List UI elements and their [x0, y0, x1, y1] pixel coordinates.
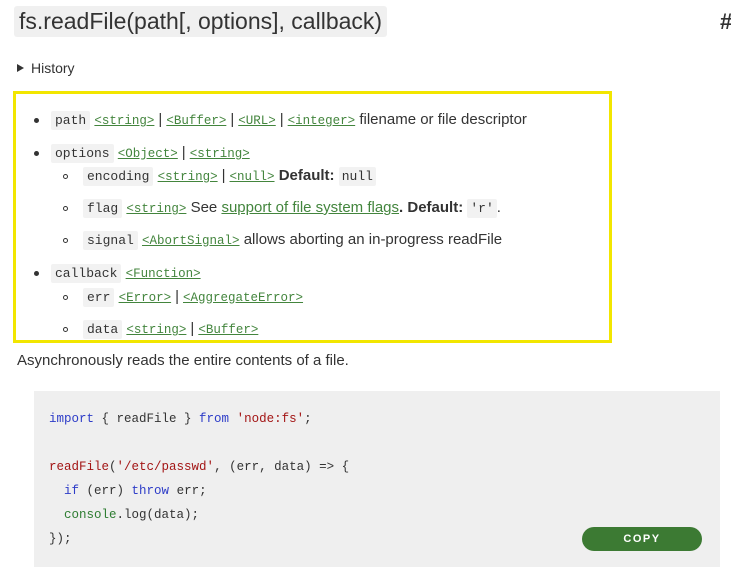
code-text: .log(data); [116, 508, 200, 522]
type-link-error[interactable]: <Error> [119, 291, 172, 305]
param-err: err <Error> | <AggregateError> [83, 288, 303, 307]
code-text: }); [49, 532, 72, 546]
default-value: 'r' [467, 199, 497, 218]
circle-bullet-icon [63, 174, 68, 179]
bullet-icon [34, 151, 39, 156]
default-label: Default: [278, 167, 335, 184]
string-literal: '/etc/passwd' [116, 460, 215, 474]
keyword: throw [131, 484, 170, 498]
function-name: readFile [49, 460, 110, 474]
code-line: readFile('/etc/passwd', (err, data) => { [49, 460, 349, 474]
type-link-object[interactable]: <Object> [118, 147, 178, 161]
code-text: (err) [79, 484, 132, 498]
copy-button[interactable]: COPY [582, 527, 702, 551]
code-line: }); [49, 532, 72, 546]
param-name: options [51, 144, 114, 163]
triangle-right-icon [17, 64, 24, 72]
type-link-function[interactable]: <Function> [126, 267, 201, 281]
type-link-string[interactable]: <string> [126, 202, 186, 216]
type-link-string[interactable]: <string> [94, 114, 154, 128]
param-signal: signal <AbortSignal> allows aborting an … [83, 231, 503, 250]
api-title: fs.readFile(path[, options], callback) [14, 6, 388, 37]
code-line: if (err) throw err; [49, 484, 207, 498]
type-link-null[interactable]: <null> [230, 170, 275, 184]
see-text: See [190, 199, 218, 216]
type-link-aggregateerror[interactable]: <AggregateError> [183, 291, 303, 305]
function-description: Asynchronously reads the entire contents… [17, 352, 349, 369]
param-name: path [51, 111, 91, 130]
keyword: import [49, 412, 95, 426]
param-flag: flag <string> See support of file system… [83, 199, 501, 218]
circle-bullet-icon [63, 327, 68, 332]
anchor-link[interactable]: # [720, 9, 731, 35]
keyword: from [199, 412, 230, 426]
keyword: if [64, 484, 80, 498]
code-text: ; [304, 412, 312, 426]
circle-bullet-icon [63, 206, 68, 211]
bullet-icon [34, 118, 39, 123]
code-example: import { readFile } from 'node:fs'; read… [34, 391, 720, 567]
param-name: encoding [83, 167, 154, 186]
circle-bullet-icon [63, 238, 68, 243]
param-path: path <string> | <Buffer> | <URL> | <integer> f… [51, 111, 527, 130]
code-text: ( [109, 460, 117, 474]
type-link-buffer[interactable]: <Buffer> [198, 323, 258, 337]
type-link-integer[interactable]: <integer> [288, 114, 356, 128]
type-link-string[interactable]: <string> [126, 323, 186, 337]
param-name: flag [83, 199, 123, 218]
param-description: filename or file descriptor [359, 111, 527, 128]
object-name: console [64, 508, 117, 522]
code-text: { readFile } [94, 412, 200, 426]
param-name: signal [83, 231, 138, 250]
file-system-flags-link[interactable]: support of file system flags [221, 199, 399, 216]
type-link-string[interactable]: <string> [190, 147, 250, 161]
type-link-url[interactable]: <URL> [238, 114, 276, 128]
param-options: options <Object> | <string> [51, 144, 250, 163]
param-description: allows aborting an in-progress readFile [243, 231, 503, 248]
param-callback: callback <Function> [51, 264, 201, 283]
default-label: . Default: [399, 199, 464, 216]
code-line: console.log(data); [49, 508, 199, 522]
default-value: null [338, 167, 376, 186]
param-name: data [83, 320, 123, 339]
code-text: , (err, data) => { [214, 460, 350, 474]
string-literal: 'node:fs' [236, 412, 305, 426]
bullet-icon [34, 271, 39, 276]
history-toggle[interactable]: History [17, 60, 75, 76]
code-line: import { readFile } from 'node:fs'; [49, 412, 312, 426]
type-link-buffer[interactable]: <Buffer> [166, 114, 226, 128]
circle-bullet-icon [63, 295, 68, 300]
type-link-string[interactable]: <string> [158, 170, 218, 184]
param-name: err [83, 288, 115, 307]
parameters-box: path <string> | <Buffer> | <URL> | <integer> f… [13, 91, 612, 343]
code-text: err; [169, 484, 207, 498]
type-link-abortsignal[interactable]: <AbortSignal> [142, 234, 240, 248]
param-data: data <string> | <Buffer> [83, 320, 258, 339]
param-name: callback [51, 264, 122, 283]
param-encoding: encoding <string> | <null> Default: null [83, 167, 376, 186]
period-text: . [496, 199, 501, 216]
history-label: History [31, 60, 75, 76]
